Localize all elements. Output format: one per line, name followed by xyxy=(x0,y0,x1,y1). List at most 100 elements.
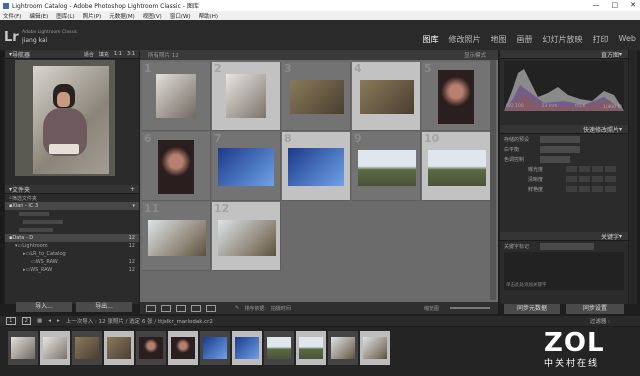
filmstrip-thumb[interactable] xyxy=(296,331,326,365)
grid-cell[interactable]: 1 xyxy=(142,62,211,131)
zoom-3-1[interactable]: 3:1 xyxy=(127,51,135,58)
grid-scrollbar[interactable] xyxy=(490,60,496,300)
filmstrip-thumb[interactable] xyxy=(328,331,358,365)
folder-row[interactable] xyxy=(5,210,139,218)
grid-cell[interactable]: 9 xyxy=(352,132,421,201)
filmstrip-thumb[interactable] xyxy=(8,331,38,365)
module-library[interactable]: 图库 xyxy=(423,34,439,45)
module-slideshow[interactable]: 幻灯片放映 xyxy=(543,34,583,45)
sort-value[interactable]: 拍摄时间 xyxy=(271,305,291,312)
module-develop[interactable]: 修改照片 xyxy=(449,34,481,45)
keyword-select[interactable] xyxy=(540,242,594,250)
grid-cell[interactable]: 11 xyxy=(142,202,211,271)
filmstrip-thumb[interactable] xyxy=(136,331,166,365)
zoom-1-1[interactable]: 1:1 xyxy=(114,51,122,58)
filmstrip-bar: 1 2 ▦ ◂ ▸ 上一次导入 : 12 张照片 / 选定 6 张 / ttjs… xyxy=(0,316,640,326)
quick-develop: 快速修改照片 ▾ 存储的预设 白平衡 色调控制 曝光度 清晰度 鲜艳度 xyxy=(500,125,628,194)
display-1-button[interactable]: 1 xyxy=(6,317,16,325)
collapse-triangle-icon: ▾ xyxy=(618,232,622,240)
sync-metadata-button[interactable]: 同步元数据 xyxy=(504,304,560,314)
folder-row[interactable]: ▸▭ WS_RAW 12 xyxy=(5,266,139,274)
folder-icon: ▸▭ xyxy=(23,251,31,257)
grid-cell[interactable]: 12 xyxy=(212,202,281,271)
folder-row[interactable] xyxy=(5,226,139,234)
thumbnail-size-slider[interactable] xyxy=(450,307,490,309)
folder-row[interactable]: ▭ WS_RAW 12 xyxy=(5,258,139,266)
histogram-header[interactable]: 直方图 ▾ xyxy=(500,50,628,59)
quick-develop-header[interactable]: 快速修改照片 ▾ xyxy=(500,125,628,134)
module-map[interactable]: 地图 xyxy=(491,34,507,45)
filmstrip-source[interactable]: 上一次导入 : 12 张照片 / 选定 6 张 / ttjslkr_marlod… xyxy=(66,317,213,325)
menu-bar: 文件(F) 编辑(E) 图库(L) 照片(P) 元数据(M) 视图(V) 窗口(… xyxy=(0,11,640,20)
preset-select[interactable] xyxy=(540,135,580,143)
export-button[interactable]: 导出... xyxy=(76,302,132,312)
collapse-triangle-icon: ▾ xyxy=(618,125,622,133)
compare-view-icon[interactable] xyxy=(176,304,186,312)
filmstrip-thumb[interactable] xyxy=(104,331,134,365)
folder-row[interactable]: ▸▭ LR_to_Catalog xyxy=(5,250,139,258)
menu-file[interactable]: 文件(F) xyxy=(3,12,21,20)
filmstrip-thumb[interactable] xyxy=(168,331,198,365)
row-label: 曝光度 xyxy=(528,166,544,173)
menu-metadata[interactable]: 元数据(M) xyxy=(109,12,135,20)
clarity-buttons[interactable] xyxy=(566,176,616,182)
navigator-header[interactable]: ▾ 导航器 适合 填充 1:1 3:1 xyxy=(5,50,139,59)
menu-edit[interactable]: 编辑(E) xyxy=(29,12,48,20)
zoom-fit[interactable]: 适合 xyxy=(84,51,94,58)
grid-view-icon[interactable] xyxy=(146,304,156,312)
survey-view-icon[interactable] xyxy=(191,304,201,312)
add-folder-icon[interactable]: + xyxy=(130,186,135,193)
menu-library[interactable]: 图库(L) xyxy=(56,12,74,20)
maximize-button[interactable]: □ xyxy=(612,1,619,9)
grid-cell[interactable]: 2 xyxy=(212,62,281,131)
exposure-buttons[interactable] xyxy=(566,166,616,172)
grid-cell[interactable]: 7 xyxy=(212,132,281,201)
filmstrip-thumb[interactable] xyxy=(200,331,230,365)
grid-cell[interactable]: 4 xyxy=(352,62,421,131)
keywords-header[interactable]: 关键字 ▾ xyxy=(500,232,628,241)
volume-row[interactable]: ▪ Data - D 12 xyxy=(5,234,139,242)
sync-settings-button[interactable]: 同步设置 xyxy=(566,304,624,314)
module-print[interactable]: 打印 xyxy=(593,34,609,45)
filmstrip-thumb[interactable] xyxy=(360,331,390,365)
zoom-fill[interactable]: 填充 xyxy=(99,51,109,58)
keywords-section: 关键字 ▾ 关键字标记 单击此处添加关键字 xyxy=(500,232,628,290)
loupe-view-icon[interactable] xyxy=(161,304,171,312)
menu-photo[interactable]: 照片(P) xyxy=(83,12,102,20)
filmstrip-thumb[interactable] xyxy=(264,331,294,365)
wb-select[interactable] xyxy=(540,145,580,153)
menu-help[interactable]: 帮助(H) xyxy=(199,12,218,20)
painter-icon[interactable]: ✎ xyxy=(235,305,239,311)
grid-icon[interactable]: ▦ xyxy=(37,318,42,324)
close-button[interactable]: ✕ xyxy=(630,1,636,9)
filmstrip-thumb[interactable] xyxy=(232,331,262,365)
filmstrip-thumb[interactable] xyxy=(72,331,102,365)
menu-window[interactable]: 窗口(W) xyxy=(170,12,191,20)
volume-row[interactable]: ▪ Xian - IC 3 ▾ xyxy=(5,202,139,210)
vibrance-buttons[interactable] xyxy=(566,186,616,192)
folder-row[interactable]: ▾▭ Lightroom 12 xyxy=(5,242,139,250)
folders-header[interactable]: ▾ 文件夹 + xyxy=(5,185,139,194)
grid-cell[interactable]: 8 xyxy=(282,132,351,201)
filter-folders[interactable]: ⌕ 筛选文件夹 xyxy=(5,194,139,202)
auto-tone-button[interactable] xyxy=(540,155,570,163)
grid-cell[interactable]: 10 xyxy=(422,132,491,201)
back-arrow-icon[interactable]: ◂ xyxy=(48,318,51,324)
navigator-preview[interactable] xyxy=(15,60,115,176)
grid-cell[interactable]: 6 xyxy=(142,132,211,201)
minimize-button[interactable]: — xyxy=(593,1,600,9)
menu-view[interactable]: 视图(V) xyxy=(143,12,162,20)
right-scrollbar[interactable] xyxy=(629,50,637,304)
folder-row[interactable] xyxy=(5,218,139,226)
import-button[interactable]: 导入... xyxy=(16,302,72,312)
grid-mode[interactable]: 显示模式 xyxy=(464,51,486,59)
module-book[interactable]: 画册 xyxy=(517,34,533,45)
people-view-icon[interactable] xyxy=(206,304,216,312)
filmstrip-thumb[interactable] xyxy=(40,331,70,365)
display-2-button[interactable]: 2 xyxy=(21,317,31,325)
forward-arrow-icon[interactable]: ▸ xyxy=(57,318,60,324)
grid-cell[interactable]: 3 xyxy=(282,62,351,131)
module-web[interactable]: Web xyxy=(619,34,636,45)
grid-cell[interactable]: 5 xyxy=(422,62,491,131)
left-panel-collapse[interactable] xyxy=(0,50,4,304)
